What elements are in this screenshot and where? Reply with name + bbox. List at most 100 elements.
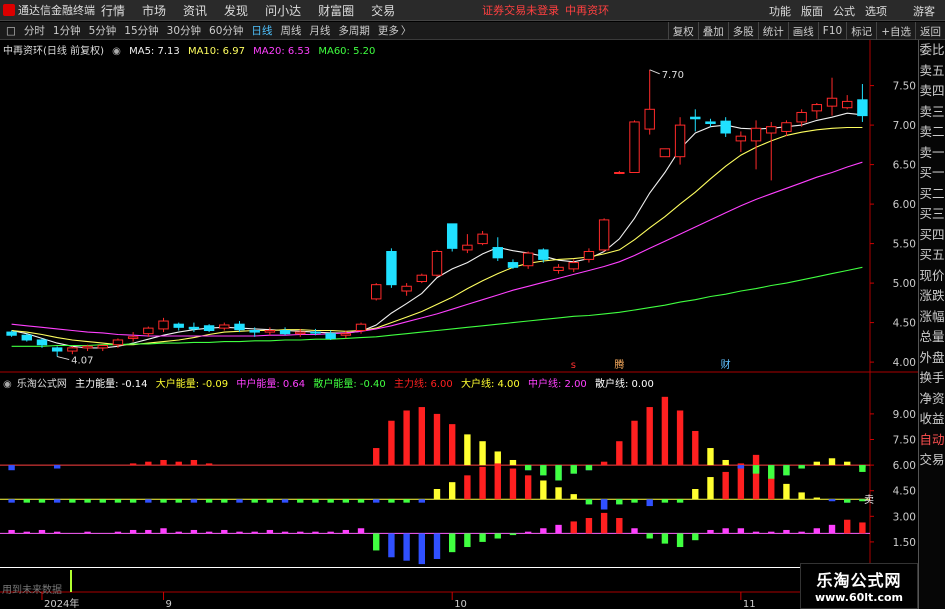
energy-bar <box>631 528 638 534</box>
energy-bar <box>266 529 274 534</box>
login-warning[interactable]: 证券交易未登录 <box>482 2 559 18</box>
stats-button[interactable]: 统计 <box>757 22 788 40</box>
candle-body <box>720 120 731 134</box>
menu-layout[interactable]: 版面 <box>801 3 823 19</box>
tab-15min[interactable]: 15分钟 <box>124 23 158 38</box>
adjust-button[interactable]: 复权 <box>667 22 698 40</box>
energy-bar <box>600 461 608 466</box>
energy-bar <box>509 533 517 536</box>
candle-body <box>781 122 792 132</box>
menu-options[interactable]: 选项 <box>865 3 887 19</box>
candle-body <box>416 274 428 283</box>
sidebar-item[interactable]: 委比 <box>919 40 945 61</box>
price-tick-label: 7.00 <box>893 120 916 132</box>
baseline-mark <box>145 499 152 503</box>
sidebar-item[interactable]: 买五 <box>919 245 945 266</box>
sidebar-item[interactable]: 买二 <box>919 184 945 205</box>
sidebar-item[interactable]: 总量 <box>919 327 945 348</box>
energy-bar <box>798 531 805 534</box>
baseline-mark <box>53 465 61 469</box>
energy-bar <box>357 528 365 534</box>
energy-bar <box>722 459 729 466</box>
candle-body <box>386 251 397 286</box>
mark-button[interactable]: 标记 <box>846 22 876 40</box>
sidebar-item[interactable]: 外盘 <box>919 348 945 369</box>
ind-tick-label: 3.00 <box>893 511 916 523</box>
sidebar-item[interactable]: 涨幅 <box>919 307 945 328</box>
energy-bar <box>661 533 669 544</box>
app-window: { "menubar": { "app_title": "通达信金融终端", "… <box>0 0 945 609</box>
sidebar-item[interactable]: 涨跌 <box>919 286 945 307</box>
energy-bar <box>752 531 760 534</box>
energy-bar <box>494 533 501 539</box>
energy-bar <box>540 480 547 500</box>
tab-30min[interactable]: 30分钟 <box>167 23 201 38</box>
energy-bar <box>844 519 851 534</box>
sidebar-item[interactable]: 净资 <box>919 389 945 410</box>
tab-weekly[interactable]: 周线 <box>280 23 301 38</box>
energy-bar <box>23 531 30 534</box>
tab-1min[interactable]: 1分钟 <box>53 23 81 38</box>
candle-body <box>401 285 412 292</box>
sidebar-item[interactable]: 卖一 <box>919 143 945 164</box>
tab-daily[interactable]: 日线 <box>251 23 272 38</box>
energy-bar <box>449 482 456 500</box>
menu-function[interactable]: 功能 <box>769 3 791 19</box>
energy-bar <box>555 524 562 534</box>
baseline-mark <box>403 499 410 503</box>
price-tick-label: 7.50 <box>893 81 916 93</box>
sidebar-item[interactable]: 现价 <box>919 266 945 287</box>
sidebar-item[interactable]: 自动 <box>919 430 945 451</box>
candle-body <box>674 124 686 158</box>
energy-bar <box>433 413 441 466</box>
candle-body <box>538 249 549 260</box>
menu-wealth[interactable]: 财富圈 <box>318 2 354 19</box>
multi-stock-button[interactable]: 多股 <box>727 22 758 40</box>
f10-button[interactable]: F10 <box>817 22 846 40</box>
candle-body <box>82 345 93 349</box>
energy-bar <box>464 475 471 500</box>
energy-bar <box>464 434 471 466</box>
app-icon <box>3 4 15 16</box>
sidebar-item[interactable]: 卖五 <box>919 61 945 82</box>
sidebar-item[interactable]: 换手 <box>919 368 945 389</box>
sell-tag: 卖 <box>864 494 874 506</box>
tab-60min[interactable]: 60分钟 <box>209 23 243 38</box>
marker-a: 腾 <box>614 358 624 371</box>
sidebar-item[interactable]: 买一 <box>919 163 945 184</box>
high-pointer <box>649 69 660 75</box>
menu-news[interactable]: 资讯 <box>183 2 207 19</box>
chevron-right-icon[interactable]: 〉 <box>401 23 412 38</box>
baseline-mark <box>205 499 213 503</box>
energy-bar <box>631 420 638 466</box>
menu-discover[interactable]: 发现 <box>224 2 248 19</box>
menu-formula[interactable]: 公式 <box>833 3 855 19</box>
menu-trade[interactable]: 交易 <box>371 2 395 19</box>
sidebar-item[interactable]: 收益 <box>919 409 945 430</box>
sidebar-item[interactable]: 买三 <box>919 204 945 225</box>
overlay-button[interactable]: 叠加 <box>697 22 728 40</box>
baseline-mark <box>768 465 775 479</box>
menu-market[interactable]: 市场 <box>142 2 166 19</box>
tab-5min[interactable]: 5分钟 <box>89 23 117 38</box>
menu-quotes[interactable]: 行情 <box>101 2 125 19</box>
low-pointer <box>57 356 70 361</box>
draw-line-button[interactable]: 画线 <box>787 22 818 40</box>
tab-multi-period[interactable]: 多周期 <box>338 23 370 38</box>
stock-chart[interactable]: 4.00 4.50 5.00 5.50 6.00 6.50 7.00 7.50 7.70 4.07… <box>0 40 918 609</box>
sidebar-item[interactable]: 买四 <box>919 225 945 246</box>
add-watchlist-button[interactable]: +自选 <box>876 22 915 40</box>
user-label[interactable]: 游客 <box>913 3 935 19</box>
sidebar-item[interactable]: 卖二 <box>919 122 945 143</box>
tab-more[interactable]: 更多 <box>378 23 399 38</box>
menu-ask[interactable]: 问小达 <box>265 2 301 19</box>
sidebar-item[interactable]: 卖四 <box>919 81 945 102</box>
tab-monthly[interactable]: 月线 <box>309 23 330 38</box>
energy-bar <box>342 529 350 534</box>
energy-bar <box>524 475 532 500</box>
square-icon[interactable]: □ <box>6 25 16 37</box>
tab-intraday[interactable]: 分时 <box>24 23 45 38</box>
sidebar-item[interactable]: 交易 <box>919 450 945 471</box>
sidebar-item[interactable]: 卖三 <box>919 102 945 123</box>
back-button[interactable]: 返回 <box>915 22 945 40</box>
